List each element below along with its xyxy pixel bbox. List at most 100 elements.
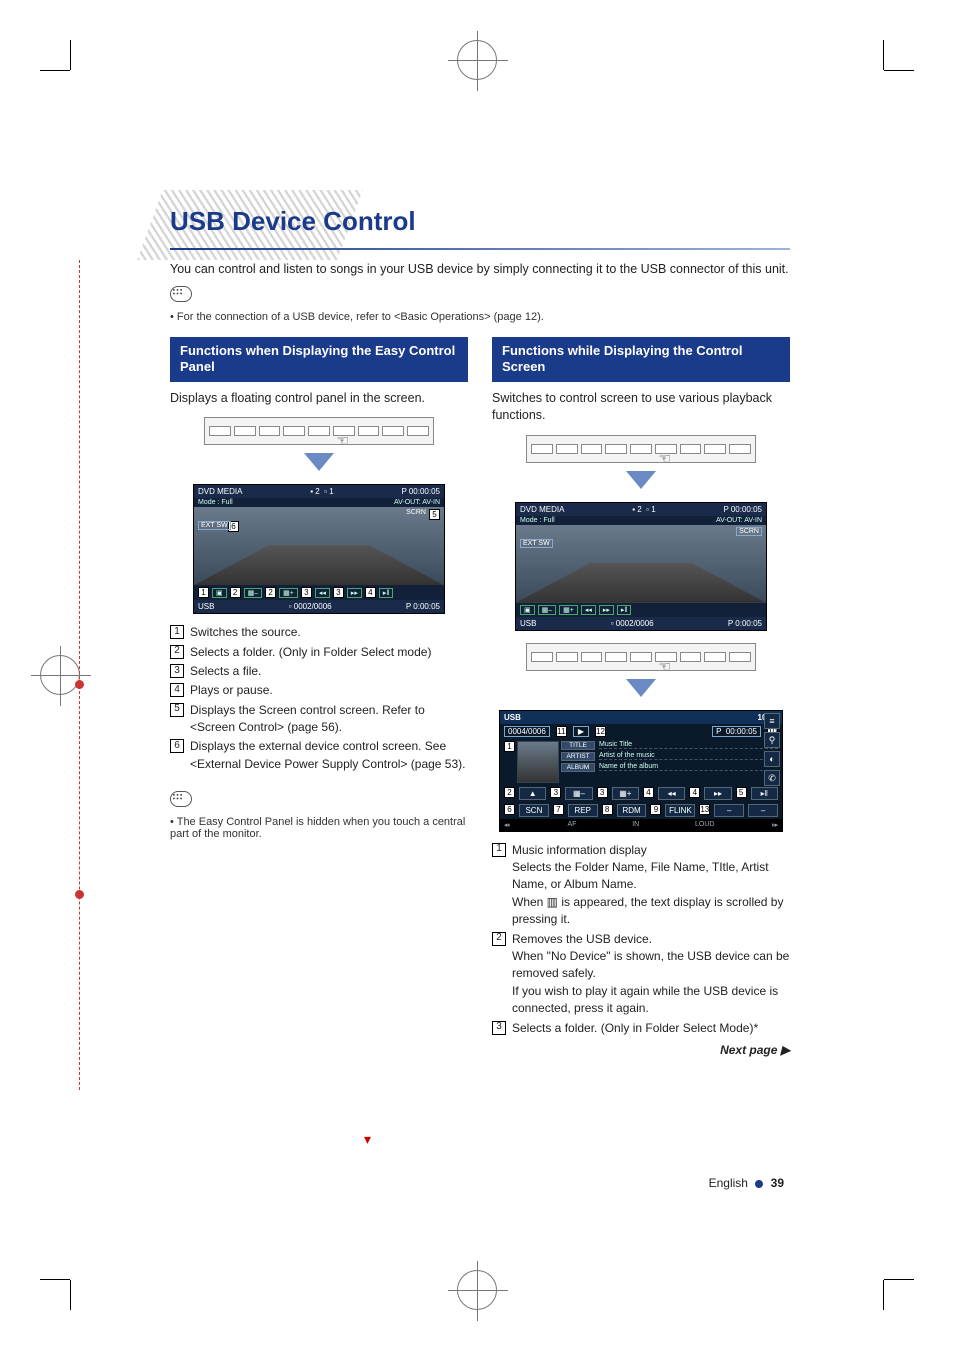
album-value: Name of the album: [599, 763, 778, 771]
in-label: IN: [632, 821, 639, 829]
footer-dot-icon: [755, 1180, 763, 1188]
registration-bottom: [457, 1270, 497, 1310]
cropmark-bl: [70, 1240, 110, 1280]
folder-prev-button[interactable]: ▦–: [565, 787, 592, 800]
search-icon[interactable]: ⚲: [764, 732, 780, 748]
rdm-button[interactable]: RDM: [617, 804, 647, 817]
registration-left: [40, 655, 80, 695]
blank-button[interactable]: –: [748, 804, 778, 817]
prev-file-button[interactable]: ◂◂: [581, 605, 596, 615]
callout-7: 7: [553, 804, 564, 815]
legend-num: 6: [170, 739, 184, 753]
page-content: USB Device Control You can control and l…: [170, 200, 790, 1057]
legend-num: 2: [170, 645, 184, 659]
callout-8: 8: [602, 804, 613, 815]
rep-button[interactable]: REP: [568, 804, 598, 817]
scn-button[interactable]: SCN: [519, 804, 549, 817]
blank-button[interactable]: –: [714, 804, 744, 817]
callout-2: 2: [230, 587, 241, 598]
play-time: P 00:00:05: [401, 487, 440, 496]
clock-icon[interactable]: ◐: [764, 751, 780, 767]
callout-2b: 2: [265, 587, 276, 598]
play-pause-button[interactable]: ▸‖: [751, 787, 778, 800]
album-tag[interactable]: ALBUM: [561, 763, 595, 772]
src-button[interactable]: ▣: [520, 605, 535, 615]
scrn-button[interactable]: SCRN: [406, 509, 426, 516]
extsw-button[interactable]: EXT SW: [520, 539, 553, 548]
fold-dot: [75, 890, 84, 899]
eject-button[interactable]: ▲: [519, 787, 546, 800]
callout-1: 1: [198, 587, 209, 598]
legend-num: 1: [492, 843, 506, 857]
right-legend: 1 Music information display Selects the F…: [492, 842, 790, 1037]
prev-file-button[interactable]: ◂◂: [315, 588, 330, 598]
video-title: DVD MEDIA: [198, 487, 242, 496]
bottom-time: P 0:00:05: [728, 619, 762, 628]
fold-dot: [75, 680, 84, 689]
phone-icon[interactable]: ✆: [764, 770, 780, 786]
menu-icon[interactable]: ≡: [764, 713, 780, 729]
toolbar-screenshot: ☜: [204, 417, 434, 445]
folder-prev-button[interactable]: ▦–: [244, 588, 263, 598]
intro-text: You can control and listen to songs in y…: [170, 260, 790, 278]
play-pause-button[interactable]: ▸‖: [379, 588, 393, 598]
video-screenshot-left: DVD MEDIA ▪ 2 ▫ 1 P 00:00:05 Mode : Full…: [193, 484, 445, 614]
chapter-indicator: ▪ 2 ▫ 1: [632, 505, 655, 514]
toolbar-screenshot: ☜: [526, 643, 756, 671]
callout-13: 13: [699, 804, 710, 815]
left-legend: 1Switches the source. 2Selects a folder.…: [170, 624, 468, 773]
folder-prev-button[interactable]: ▦–: [538, 605, 557, 615]
folder-next-button[interactable]: ▦+: [559, 605, 578, 615]
play-pause-button[interactable]: ▸‖: [617, 605, 631, 615]
legend-text: Music information display Selects the Fo…: [512, 842, 790, 929]
legend-text: Selects a folder. (Only in Folder Select…: [190, 644, 431, 661]
cropmark-tr: [844, 70, 884, 110]
extsw-button[interactable]: EXT SW: [198, 521, 231, 530]
registration-top: [457, 40, 497, 80]
info-icon: [170, 791, 192, 807]
down-arrow-icon: [492, 679, 790, 702]
page-footer: English 39: [709, 1176, 784, 1190]
next-file-button[interactable]: ▸▸: [347, 588, 362, 598]
artist-tag[interactable]: ARTIST: [561, 752, 595, 761]
usb-control-screenshot: USB 10:10 0004/0006 11 ▶ 12 P 00:00:05 1…: [499, 710, 783, 832]
legend-num: 4: [170, 683, 184, 697]
title-tag[interactable]: TITLE: [561, 741, 595, 750]
callout-3b: 3: [597, 787, 608, 798]
title-band: USB Device Control: [170, 200, 790, 250]
scroll-left-icon[interactable]: ◂◐: [504, 821, 512, 829]
callout-5: 5: [736, 787, 747, 798]
next-page-link[interactable]: Next page ▶: [492, 1043, 790, 1057]
callout-3: 3: [550, 787, 561, 798]
video-screenshot-right: DVD MEDIA ▪ 2 ▫ 1 P 00:00:05 Mode : Full…: [515, 502, 767, 631]
cropmark-br: [844, 1240, 884, 1280]
callout-3: 3: [301, 587, 312, 598]
src-button[interactable]: ▣: [212, 588, 227, 598]
callout-2: 2: [504, 787, 515, 798]
folder-next-button[interactable]: ▦+: [279, 588, 298, 598]
chapter-indicator: ▪ 2 ▫ 1: [310, 487, 333, 496]
scrn-button[interactable]: SCRN: [736, 527, 762, 536]
bottom-track: ▫ 0002/0006: [289, 602, 332, 611]
left-footnote: The Easy Control Panel is hidden when yo…: [170, 816, 468, 840]
avout-label: AV-OUT: AV-IN: [394, 499, 440, 506]
meta-box: TITLEMusic Title ARTISTArtist of the mus…: [561, 741, 778, 783]
legend-text: Displays the external device control scr…: [190, 738, 468, 773]
folder-next-button[interactable]: ▦+: [612, 787, 639, 800]
next-file-button[interactable]: ▸▸: [599, 605, 614, 615]
hand-icon: ☜: [658, 450, 671, 467]
info-icon: [170, 286, 192, 302]
legend-text: Plays or pause.: [190, 682, 273, 699]
scroll-right-icon[interactable]: ◑▸: [770, 821, 778, 829]
next-button[interactable]: ▸▸: [704, 787, 731, 800]
legend-num: 3: [170, 664, 184, 678]
left-footnote-wrap: The Easy Control Panel is hidden when yo…: [170, 783, 468, 840]
footer-page-number: 39: [771, 1176, 784, 1190]
prev-button[interactable]: ◂◂: [658, 787, 685, 800]
columns: Functions when Displaying the Easy Contr…: [170, 337, 790, 1057]
right-column: Functions while Displaying the Control S…: [492, 337, 790, 1057]
bottom-time: P 0:00:05: [406, 602, 440, 611]
flink-button[interactable]: FLINK: [665, 804, 695, 817]
legend-text: Displays the Screen control screen. Refe…: [190, 702, 468, 737]
left-heading: Functions when Displaying the Easy Contr…: [170, 337, 468, 382]
